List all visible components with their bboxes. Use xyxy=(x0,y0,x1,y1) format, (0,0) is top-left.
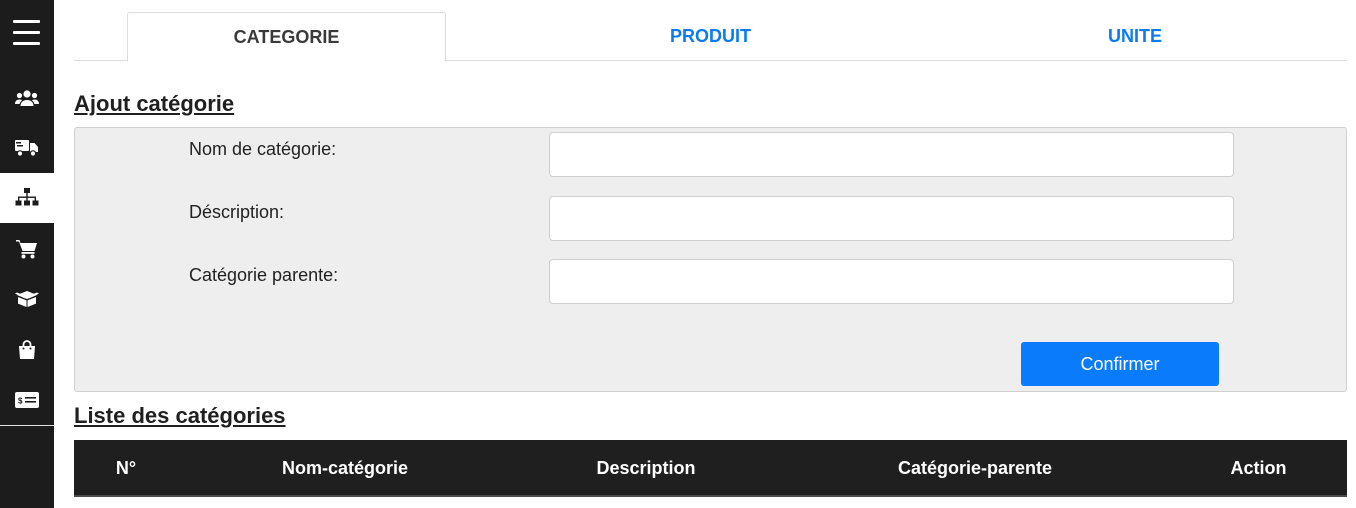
column-header-name: Nom-catégorie xyxy=(281,458,409,478)
svg-text:$: $ xyxy=(18,397,23,406)
sidebar-item-users[interactable] xyxy=(0,73,54,123)
sidebar-item-categories[interactable] xyxy=(0,173,54,223)
form-title: Ajout catégorie xyxy=(74,91,235,116)
parent-category-label: Catégorie parente: xyxy=(189,265,339,285)
description-input[interactable] xyxy=(549,196,1234,241)
sidebar-divider xyxy=(0,425,54,426)
confirm-button[interactable]: Confirmer xyxy=(1021,342,1219,386)
list-title: Liste des catégories xyxy=(74,403,286,428)
column-header-number: N° xyxy=(115,458,137,478)
parent-category-input[interactable] xyxy=(549,259,1234,304)
description-label: Déscription: xyxy=(189,202,285,222)
sidebar-item-delivery[interactable] xyxy=(0,123,54,173)
truck-icon xyxy=(15,140,38,157)
tab-produit[interactable]: PRODUIT xyxy=(498,12,923,61)
table-header: N° Nom-catégorie Description Catégorie-p… xyxy=(74,440,1347,497)
users-icon xyxy=(15,90,39,106)
shopping-bag-icon xyxy=(19,340,35,359)
hamburger-menu-icon[interactable] xyxy=(13,20,40,46)
cart-icon xyxy=(16,240,37,259)
tab-categorie[interactable]: CATEGORIE xyxy=(127,12,446,62)
sidebar-item-stock[interactable] xyxy=(0,274,54,324)
sidebar-item-payments[interactable]: $ xyxy=(0,375,54,425)
sidebar-item-cart[interactable] xyxy=(0,224,54,274)
add-category-form: Nom de catégorie: Déscription: Catégorie… xyxy=(74,127,1347,392)
tab-bar: CATEGORIE PRODUIT UNITE xyxy=(74,12,1347,62)
column-header-parent-category: Catégorie-parente xyxy=(897,458,1053,478)
money-check-icon: $ xyxy=(15,392,39,408)
sidebar: $ xyxy=(0,0,54,508)
category-name-label: Nom de catégorie: xyxy=(189,139,337,159)
category-name-input[interactable] xyxy=(549,132,1234,177)
sidebar-item-sales[interactable] xyxy=(0,325,54,375)
tab-unite[interactable]: UNITE xyxy=(923,12,1347,61)
column-header-action: Action xyxy=(1230,458,1287,478)
sitemap-icon xyxy=(15,188,39,206)
column-header-description: Description xyxy=(596,458,696,478)
box-icon xyxy=(15,291,39,307)
